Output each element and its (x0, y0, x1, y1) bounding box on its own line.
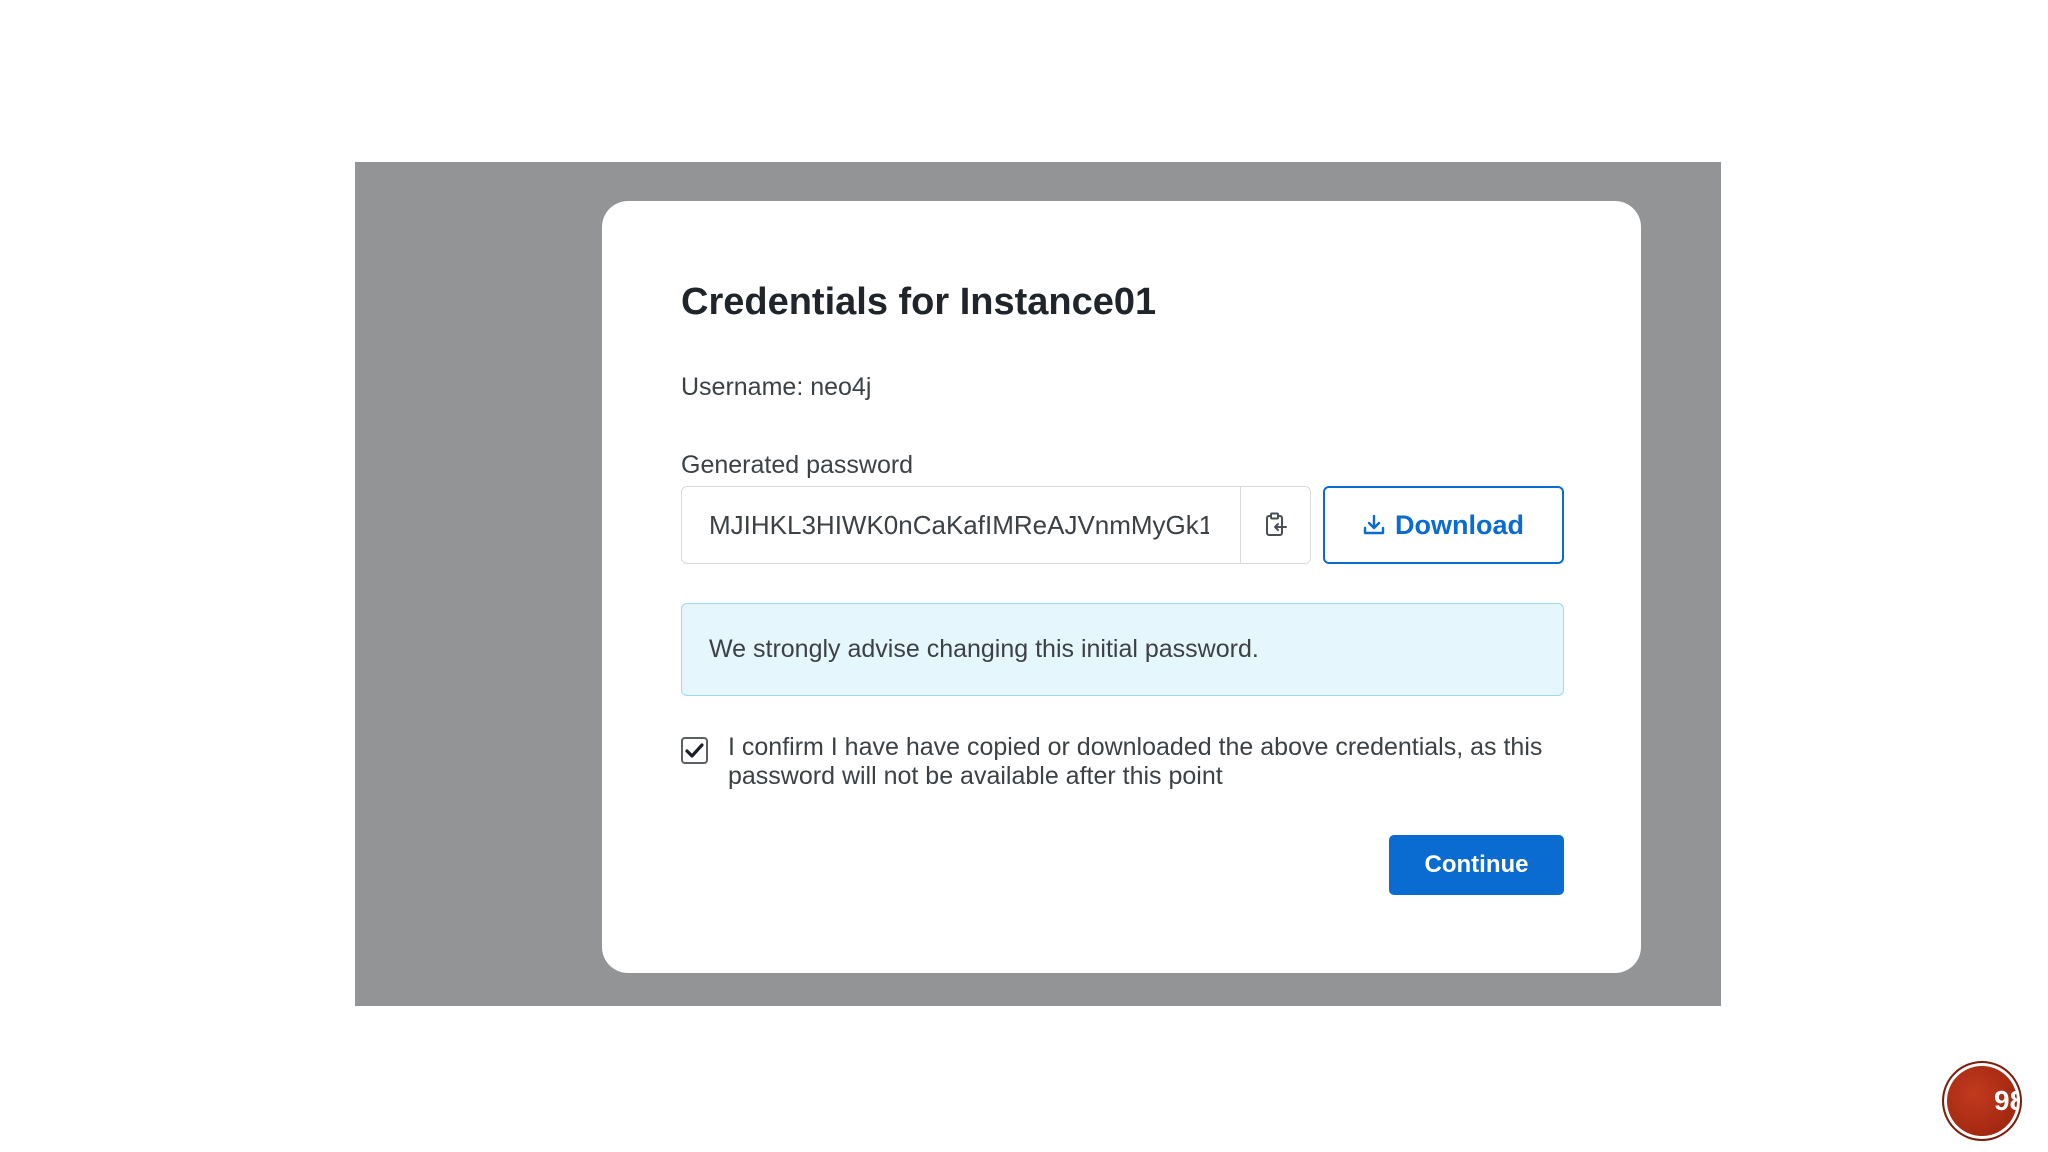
checkmark-icon (685, 742, 704, 758)
continue-button[interactable]: Continue (1389, 835, 1564, 895)
download-icon (1363, 514, 1385, 535)
username-text: Username: neo4j (681, 373, 872, 401)
credentials-dialog: Credentials for Instance01 Username: neo… (602, 201, 1641, 973)
password-advisory-banner: We strongly advise changing this initial… (681, 603, 1564, 696)
slide: Credentials for Instance01 Username: neo… (0, 0, 2048, 1152)
download-label: Download (1395, 509, 1524, 540)
password-value: MJIHKL3HIWK0nCaKafIMReAJVnmMyGk1A (709, 509, 1209, 540)
confirm-label[interactable]: I confirm I have have copied or download… (728, 733, 1568, 791)
dialog-title: Credentials for Instance01 (681, 281, 1157, 323)
password-label: Generated password (681, 451, 914, 479)
password-value-box[interactable]: MJIHKL3HIWK0nCaKafIMReAJVnmMyGk1A (682, 487, 1240, 563)
confirm-checkbox[interactable] (681, 737, 708, 764)
advisory-text: We strongly advise changing this initial… (709, 635, 1259, 663)
password-field: MJIHKL3HIWK0nCaKafIMReAJVnmMyGk1A (681, 486, 1311, 564)
slide-page-badge: 98 (1942, 1061, 2022, 1141)
page-number: 98 (1994, 1085, 2020, 1116)
download-button[interactable]: Download (1323, 486, 1564, 564)
copy-password-button[interactable] (1240, 487, 1310, 563)
clipboard-copy-icon (1265, 512, 1287, 536)
